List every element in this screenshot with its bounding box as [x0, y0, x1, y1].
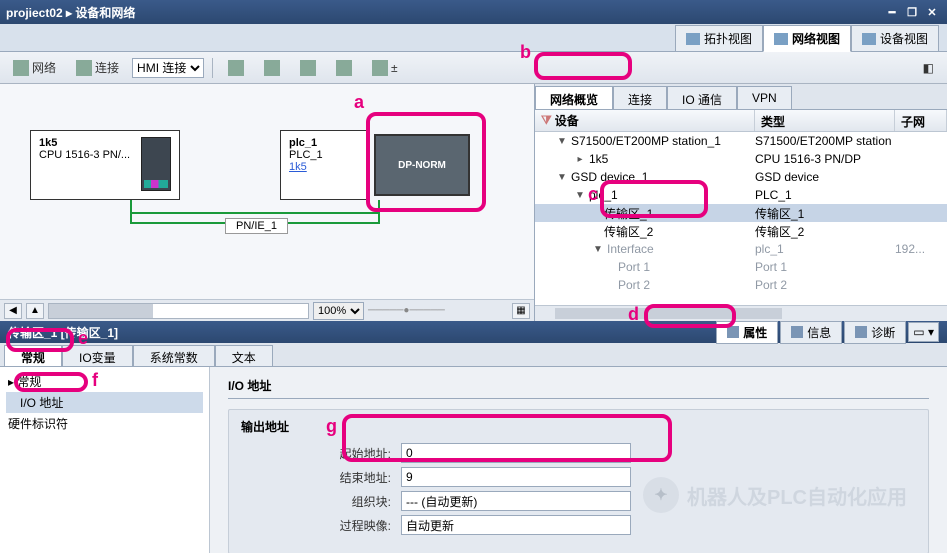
- start-address-input[interactable]: [401, 443, 631, 463]
- tb-collapse[interactable]: ◧: [916, 58, 941, 78]
- grid-icon: [336, 60, 352, 76]
- properties-icon: [727, 326, 739, 338]
- tb-icon-2[interactable]: [257, 57, 287, 79]
- table-row[interactable]: ▼Interfaceplc_1192...: [535, 240, 947, 258]
- info-icon: [791, 326, 803, 338]
- tb-icon-1[interactable]: [221, 57, 251, 79]
- lower-tabs: 常规 IO变量 系统常数 文本: [0, 343, 947, 367]
- table-row[interactable]: 传输区_2传输区_2: [535, 222, 947, 240]
- main-split: 1k5 CPU 1516-3 PN/... plc_1 PLC_1 1k5 DP…: [0, 84, 947, 321]
- network-canvas[interactable]: 1k5 CPU 1516-3 PN/... plc_1 PLC_1 1k5 DP…: [0, 84, 535, 321]
- scroll-left-btn[interactable]: ◀: [4, 303, 22, 319]
- device-1k5[interactable]: 1k5 CPU 1516-3 PN/...: [30, 130, 180, 200]
- view-tabs: 拓扑视图 网络视图 设备视图: [0, 24, 947, 52]
- conn-icon: [76, 60, 92, 76]
- ptab-info[interactable]: 信息: [780, 321, 842, 344]
- tb-zoom[interactable]: ±: [365, 57, 405, 79]
- addr-icon: [264, 60, 280, 76]
- net-label[interactable]: PN/IE_1: [225, 218, 288, 234]
- name-icon: [300, 60, 316, 76]
- window-close-icon[interactable]: ✕: [923, 5, 941, 19]
- tb-icon-3[interactable]: [293, 57, 323, 79]
- right-h-scroll[interactable]: [535, 305, 947, 321]
- rtab-overview[interactable]: 网络概览: [535, 86, 613, 109]
- ptab-collapse[interactable]: ▭ ▾: [908, 322, 939, 342]
- table-row[interactable]: ▼plc_1PLC_1: [535, 186, 947, 204]
- device-plc1[interactable]: plc_1 PLC_1 1k5: [280, 130, 370, 200]
- tree-header: ⧩设备 类型 子网: [535, 110, 947, 132]
- table-row[interactable]: Port 2Port 2: [535, 276, 947, 294]
- window-min-icon[interactable]: ━: [883, 5, 901, 19]
- table-row[interactable]: ▸1k5CPU 1516-3 PN/DP: [535, 150, 947, 168]
- scroll-up-btn[interactable]: ▲: [26, 303, 44, 319]
- zoom-slider[interactable]: ─────●─────: [368, 305, 508, 316]
- property-nav: ▸ 常规 I/O 地址 硬件标识符: [0, 367, 210, 553]
- ltab-sysconst[interactable]: 系统常数: [133, 345, 215, 366]
- pi-input[interactable]: [401, 515, 631, 535]
- breadcrumb: projiect02 ▸ 设备和网络: [6, 4, 135, 21]
- device-rack-icon: [141, 137, 171, 191]
- h-scrollbar[interactable]: [48, 303, 309, 319]
- link-partner[interactable]: 1k5: [289, 161, 307, 173]
- topology-icon: [686, 33, 700, 45]
- tb-connections[interactable]: 连接: [69, 56, 126, 79]
- ltab-iovars[interactable]: IO变量: [62, 345, 133, 366]
- lower-body: ▸ 常规 I/O 地址 硬件标识符 I/O 地址 输出地址 起始地址: 结束地址…: [0, 367, 947, 553]
- dp-norm-module[interactable]: DP-NORM: [374, 134, 470, 196]
- right-pane: 网络概览 连接 IO 通信 VPN ⧩设备 类型 子网 ▼S71500/ET20…: [535, 84, 947, 321]
- net-icon: [13, 60, 29, 76]
- ob-input[interactable]: [401, 491, 631, 511]
- conn-type-select[interactable]: HMI 连接: [132, 58, 204, 78]
- device-icon: [862, 33, 876, 45]
- ltab-general[interactable]: 常规: [4, 345, 62, 366]
- property-content: I/O 地址 输出地址 起始地址: 结束地址: 组织块: 过程映像:: [210, 367, 947, 553]
- title-bar: projiect02 ▸ 设备和网络 ━ ❐ ✕: [0, 0, 947, 24]
- window-restore-icon[interactable]: ❐: [903, 5, 921, 19]
- tab-device[interactable]: 设备视图: [851, 25, 939, 52]
- canvas-footer: ◀ ▲ 100% ─────●───── ▦: [0, 299, 534, 321]
- nav-hwid[interactable]: 硬件标识符: [6, 413, 203, 434]
- nav-io-addr[interactable]: I/O 地址: [6, 392, 203, 413]
- ptab-diag[interactable]: 诊断: [844, 321, 906, 344]
- tab-network[interactable]: 网络视图: [763, 25, 851, 52]
- end-address-input[interactable]: [401, 467, 631, 487]
- table-row[interactable]: ▼GSD device_1GSD device: [535, 168, 947, 186]
- relations-icon: [228, 60, 244, 76]
- tree-body[interactable]: ▼S71500/ET200MP station_1S71500/ET200MP …: [535, 132, 947, 305]
- toolbar: 网络 连接 HMI 连接 ± ◧: [0, 52, 947, 84]
- tab-topology[interactable]: 拓扑视图: [675, 25, 763, 52]
- selection-title: 传输区_1 [传输区_1] 属性 信息 诊断 ▭ ▾: [0, 321, 947, 343]
- rtab-conn[interactable]: 连接: [613, 86, 667, 109]
- tb-network[interactable]: 网络: [6, 56, 63, 79]
- table-row[interactable]: 传输区_1传输区_1: [535, 204, 947, 222]
- output-address-group: 输出地址 起始地址: 结束地址: 组织块: 过程映像:: [228, 409, 929, 553]
- rtab-vpn[interactable]: VPN: [737, 86, 792, 109]
- diag-icon: [855, 326, 867, 338]
- nav-general[interactable]: ▸ 常规: [6, 371, 203, 392]
- filter-icon[interactable]: ⧩: [541, 113, 552, 128]
- table-row[interactable]: Port 1Port 1: [535, 258, 947, 276]
- ltab-text[interactable]: 文本: [215, 345, 273, 366]
- table-row[interactable]: ▼S71500/ET200MP station_1S71500/ET200MP …: [535, 132, 947, 150]
- rtab-io[interactable]: IO 通信: [667, 86, 737, 109]
- overview-map-icon[interactable]: ▦: [512, 303, 530, 319]
- zoom-icon: [372, 60, 388, 76]
- network-icon: [774, 33, 788, 45]
- zoom-select[interactable]: 100%: [313, 302, 364, 320]
- right-tabs: 网络概览 连接 IO 通信 VPN: [535, 84, 947, 110]
- ptab-properties[interactable]: 属性: [716, 321, 778, 344]
- tb-icon-4[interactable]: [329, 57, 359, 79]
- section-title: I/O 地址: [228, 377, 929, 399]
